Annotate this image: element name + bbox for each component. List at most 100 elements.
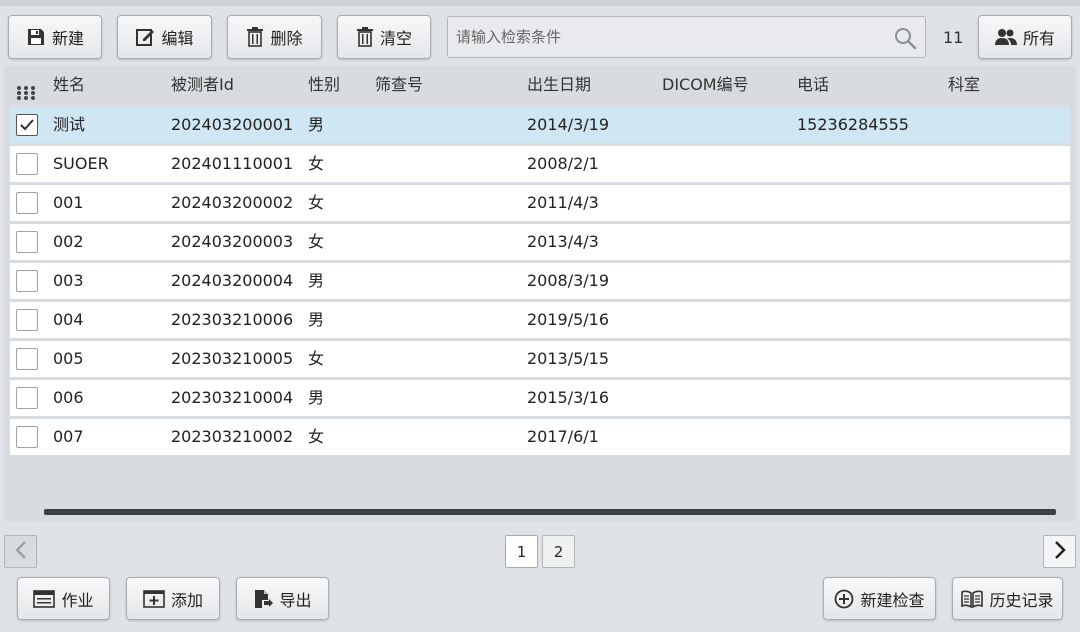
cell-birth: 2008/2/1 [527, 154, 599, 173]
page-button-1[interactable]: 1 [505, 535, 538, 568]
search-icon[interactable] [893, 26, 917, 54]
top-strip [0, 0, 1080, 6]
edit-icon [135, 27, 155, 47]
header-name[interactable]: 姓名 [53, 66, 85, 104]
cell-birth: 2014/3/19 [527, 115, 610, 134]
new-exam-button[interactable]: 新建检查 [823, 577, 936, 620]
prev-page-button[interactable] [4, 535, 37, 568]
cell-gender: 女 [308, 232, 325, 251]
trash-icon [356, 27, 374, 47]
cell-birth: 2013/4/3 [527, 232, 599, 251]
cell-id: 202303210005 [171, 349, 294, 368]
all-filter-button[interactable]: 所有 [978, 15, 1072, 59]
add-button[interactable]: 添加 [126, 577, 220, 620]
cell-birth: 2019/5/16 [527, 310, 610, 329]
table-row[interactable]: SUOER 202401110001 女 2008/2/1 [10, 146, 1070, 182]
row-checkbox[interactable] [16, 270, 38, 292]
table-header: 姓名 被测者Id 性别 筛查号 出生日期 DICOM编号 电话 科室 [4, 66, 1076, 106]
cell-gender: 男 [308, 271, 325, 290]
cell-name: 005 [53, 349, 84, 368]
delete-button[interactable]: 删除 [227, 15, 322, 59]
delete-button-label: 删除 [270, 29, 303, 48]
add-button-label: 添加 [170, 590, 203, 610]
row-checkbox[interactable] [16, 231, 38, 253]
job-button[interactable]: 作业 [17, 577, 110, 620]
row-checkbox[interactable] [16, 192, 38, 214]
clear-button[interactable]: 清空 [337, 15, 431, 59]
cell-name: 007 [53, 427, 84, 446]
search-box [447, 16, 926, 58]
cell-name: 006 [53, 388, 84, 407]
cell-birth: 2017/6/1 [527, 427, 599, 446]
cell-birth: 2008/3/19 [527, 271, 610, 290]
cell-gender: 男 [308, 388, 325, 407]
row-checkbox[interactable] [16, 348, 38, 370]
book-icon [961, 590, 984, 608]
cell-name: 测试 [53, 115, 86, 134]
plus-circle-icon [834, 589, 854, 609]
row-checkbox[interactable] [16, 153, 38, 175]
history-button[interactable]: 历史记录 [952, 577, 1063, 620]
export-button[interactable]: 导出 [236, 577, 329, 620]
new-exam-label: 新建检查 [860, 590, 925, 610]
cell-birth: 2013/5/15 [527, 349, 610, 368]
cell-name: 002 [53, 232, 84, 251]
new-button-label: 新建 [51, 29, 84, 48]
cell-id: 202303210006 [171, 310, 294, 329]
cell-id: 202303210004 [171, 388, 294, 407]
cell-gender: 女 [308, 349, 325, 368]
row-checkbox[interactable] [16, 426, 38, 448]
new-button[interactable]: 新建 [8, 15, 102, 59]
trash-icon [246, 27, 264, 47]
table-row[interactable]: 007 202303210002 女 2017/6/1 [10, 419, 1070, 455]
cell-name: 003 [53, 271, 84, 290]
page-button-2[interactable]: 2 [542, 535, 575, 568]
chevron-right-icon [1053, 540, 1067, 564]
edit-button-label: 编辑 [161, 29, 194, 48]
header-dicom[interactable]: DICOM编号 [662, 66, 749, 104]
cell-id: 202401110001 [171, 154, 294, 173]
table-row[interactable]: 005 202303210005 女 2013/5/15 [10, 341, 1070, 377]
table-row[interactable]: 004 202303210006 男 2019/5/16 [10, 302, 1070, 338]
cell-birth: 2015/3/16 [527, 388, 610, 407]
header-gender[interactable]: 性别 [308, 66, 340, 104]
edit-button[interactable]: 编辑 [117, 15, 212, 59]
horizontal-scrollbar[interactable] [44, 509, 1056, 515]
clear-button-label: 清空 [379, 29, 412, 48]
record-count: 11 [943, 28, 964, 47]
patient-table: 姓名 被测者Id 性别 筛查号 出生日期 DICOM编号 电话 科室 测试 20… [4, 66, 1076, 521]
chevron-left-icon [14, 540, 28, 564]
cell-id: 202403200001 [171, 115, 294, 134]
history-label: 历史记录 [989, 590, 1054, 610]
header-phone[interactable]: 电话 [797, 66, 829, 104]
cell-gender: 女 [308, 193, 325, 212]
cell-gender: 女 [308, 427, 325, 446]
cell-id: 202303210002 [171, 427, 294, 446]
users-icon [994, 28, 1017, 46]
export-button-label: 导出 [279, 590, 312, 610]
table-row[interactable]: 003 202403200004 男 2008/3/19 [10, 263, 1070, 299]
cell-birth: 2011/4/3 [527, 193, 599, 212]
header-id[interactable]: 被测者Id [171, 66, 234, 104]
header-birth[interactable]: 出生日期 [527, 66, 591, 104]
next-page-button[interactable] [1043, 535, 1076, 568]
row-checkbox[interactable] [16, 387, 38, 409]
search-input[interactable] [456, 17, 876, 57]
header-screening[interactable]: 筛查号 [375, 66, 423, 104]
cell-id: 202403200002 [171, 193, 294, 212]
export-file-icon [253, 589, 274, 609]
cell-name: 004 [53, 310, 84, 329]
cell-name: SUOER [53, 154, 109, 173]
table-row[interactable]: 002 202403200003 女 2013/4/3 [10, 224, 1070, 260]
save-icon [26, 27, 46, 47]
table-row[interactable]: 006 202303210004 男 2015/3/16 [10, 380, 1070, 416]
job-button-label: 作业 [61, 590, 94, 610]
cell-name: 001 [53, 193, 84, 212]
row-checkbox[interactable] [16, 309, 38, 331]
cell-gender: 女 [308, 154, 325, 173]
table-row[interactable]: 测试 202403200001 男 2014/3/19 15236284555 [10, 107, 1070, 143]
cell-phone: 15236284555 [797, 115, 909, 134]
row-checkbox[interactable] [16, 114, 38, 136]
header-dept[interactable]: 科室 [948, 66, 980, 104]
table-row[interactable]: 001 202403200002 女 2011/4/3 [10, 185, 1070, 221]
